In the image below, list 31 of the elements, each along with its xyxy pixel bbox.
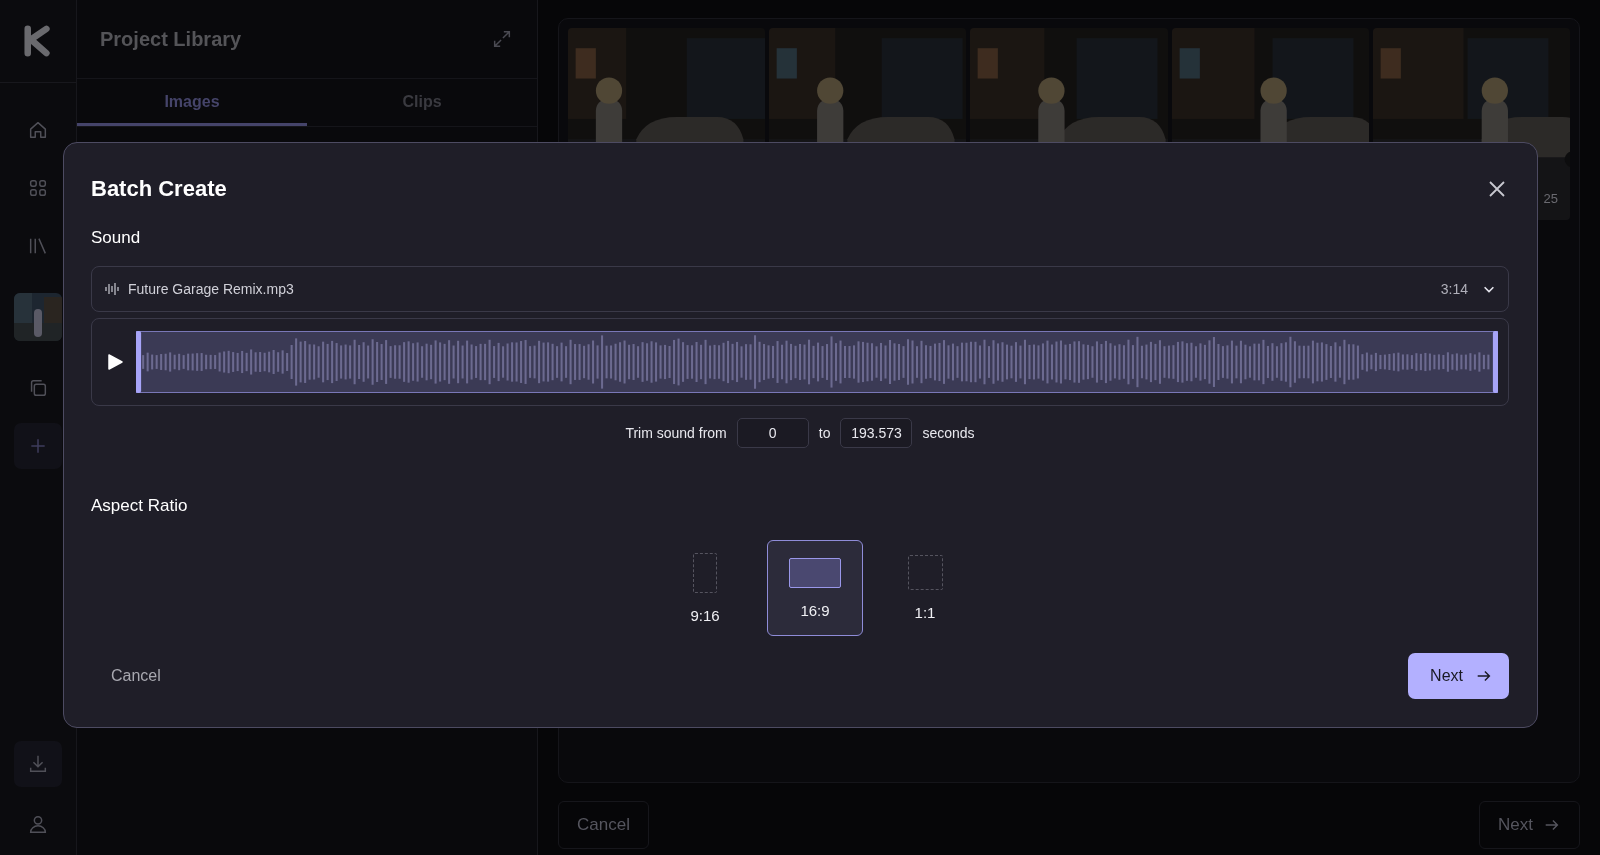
- waveform-drawing[interactable]: [136, 331, 1498, 393]
- download-icon: [27, 753, 49, 775]
- start-field[interactable]: 0: [736, 418, 809, 448]
- unit-label: seconds: [922, 425, 975, 441]
- ratio-option[interactable]: 1:1: [877, 540, 973, 636]
- grid-icon[interactable]: [27, 177, 49, 199]
- add-button[interactable]: [14, 423, 62, 469]
- home-icon[interactable]: [27, 119, 49, 141]
- trim-label: to: [818, 425, 831, 441]
- cancel-button[interactable]: Cancel: [91, 659, 181, 693]
- end-field[interactable]: 193.573: [840, 418, 913, 448]
- section-label: Sound: [91, 228, 141, 248]
- section-label: Aspect Ratio: [91, 496, 188, 516]
- next-button[interactable]: Next: [1408, 653, 1509, 699]
- download-button[interactable]: [14, 741, 62, 787]
- ratio-option[interactable]: 9:16: [657, 540, 753, 636]
- plus-icon: [28, 436, 48, 456]
- play-icon[interactable]: [106, 353, 124, 371]
- ratio-shape: [789, 557, 841, 588]
- trim-label: Trim sound from: [625, 425, 727, 441]
- ratio-option[interactable]: 16:9: [767, 540, 863, 636]
- sound-dropdown[interactable]: Future Garage Remix.mp3 3:14: [91, 266, 1509, 312]
- logo-icon: [24, 25, 52, 57]
- expand-icon[interactable]: [491, 28, 513, 50]
- user-icon[interactable]: [27, 813, 49, 835]
- dialog-title: Batch Create: [91, 176, 227, 202]
- audio-icon: [104, 281, 120, 297]
- ratio-shape: [907, 555, 943, 590]
- panel-title: Project Library: [100, 27, 242, 51]
- ratio-shape: [693, 552, 717, 593]
- count-label: 25: [1543, 191, 1558, 206]
